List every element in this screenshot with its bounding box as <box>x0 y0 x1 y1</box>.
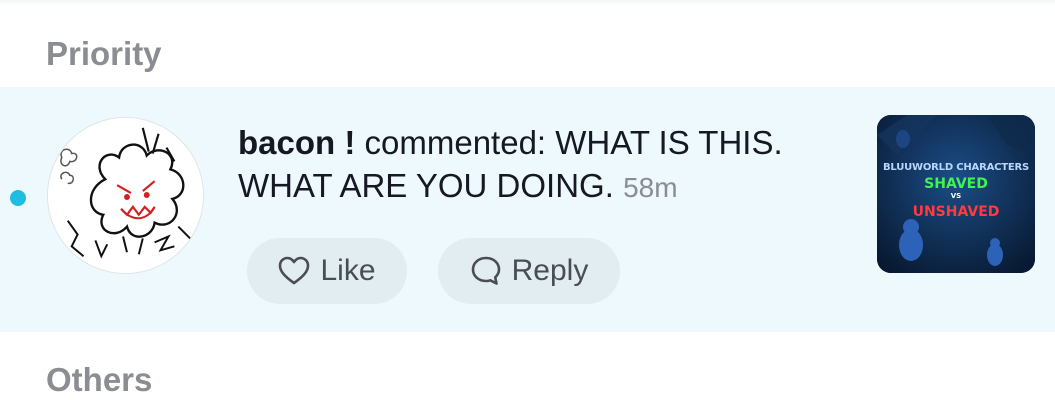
thumbnail-title-line1: BLUUWORLD CHARACTERS <box>882 162 1030 173</box>
reply-label: Reply <box>511 254 589 287</box>
notification-action: commented: <box>364 124 547 161</box>
thumbnail-title-line4: UNSHAVED <box>912 204 1000 220</box>
like-label: Like <box>320 254 376 287</box>
top-divider <box>0 0 1055 6</box>
unread-indicator <box>10 190 26 206</box>
timestamp: 58m <box>623 172 678 203</box>
reply-button[interactable]: Reply <box>438 238 620 304</box>
speech-bubble-icon <box>470 255 502 287</box>
section-header-priority: Priority <box>46 35 162 72</box>
like-button[interactable]: Like <box>247 238 407 304</box>
avatar[interactable] <box>47 117 204 274</box>
video-thumbnail[interactable]: BLUUWORLD CHARACTERS SHAVED VS UNSHAVED <box>877 115 1035 273</box>
avatar-drawing-icon <box>48 118 203 273</box>
notifications-page: Priority bacon ! commented: WHAT IS THIS… <box>0 0 1055 400</box>
notification-message: bacon ! commented: WHAT IS THIS. WHAT AR… <box>238 121 848 209</box>
thumbnail-title-line2: SHAVED <box>924 176 988 192</box>
thumbnail-title-line3: VS <box>950 192 962 200</box>
author-name[interactable]: bacon ! <box>238 124 355 161</box>
heart-outline-icon <box>278 256 310 286</box>
section-header-others: Others <box>46 361 153 398</box>
